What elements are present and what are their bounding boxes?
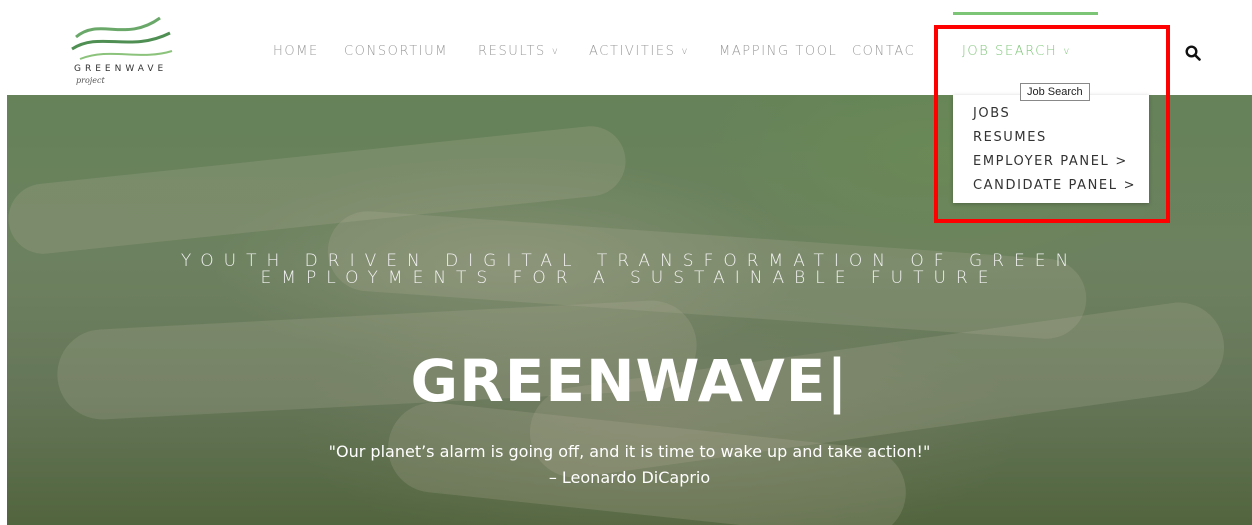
nav-results-label: RESULTS — [478, 44, 546, 59]
nav-mapping-tool[interactable]: MAPPING TOOL — [719, 44, 837, 59]
nav-activities-label: ACTIVITIES — [589, 44, 676, 59]
hero-tagline: YOUTH DRIVEN DIGITAL TRANSFORMATION OF G… — [7, 253, 1252, 287]
active-nav-indicator — [953, 12, 1098, 15]
logo-wordmark: GREENWAVE — [74, 64, 168, 74]
chevron-down-icon: v — [681, 46, 690, 57]
greenwave-logo[interactable]: GREENWAVE project — [70, 15, 180, 87]
nav-consortium[interactable]: CONSORTIUM — [344, 44, 448, 59]
hero-title: GREENWAVE| — [410, 347, 849, 415]
red-highlight-box — [934, 25, 1170, 223]
wave-logo-icon — [71, 16, 173, 60]
nav-activities[interactable]: ACTIVITIES v — [589, 44, 689, 59]
tagline-line-2: EMPLOYMENTS FOR A SUSTAINABLE FUTURE — [260, 268, 999, 288]
nav-mapping-tool-label: MAPPING TOOL — [719, 44, 838, 59]
nav-consortium-label: CONSORTIUM — [344, 44, 449, 59]
nav-home[interactable]: HOME — [273, 44, 319, 59]
logo-signature: project — [76, 76, 105, 85]
nav-contact-label: CONTAC — [852, 44, 916, 59]
nav-results[interactable]: RESULTS v — [478, 44, 559, 59]
chevron-down-icon: v — [551, 46, 560, 57]
hero-quote-author: – Leonardo DiCaprio — [548, 468, 711, 487]
search-icon[interactable] — [1185, 45, 1201, 61]
hero-quote: "Our planet’s alarm is going off, and it… — [328, 442, 931, 461]
nav-contact[interactable]: CONTAC — [852, 44, 915, 59]
nav-home-label: HOME — [273, 44, 319, 59]
